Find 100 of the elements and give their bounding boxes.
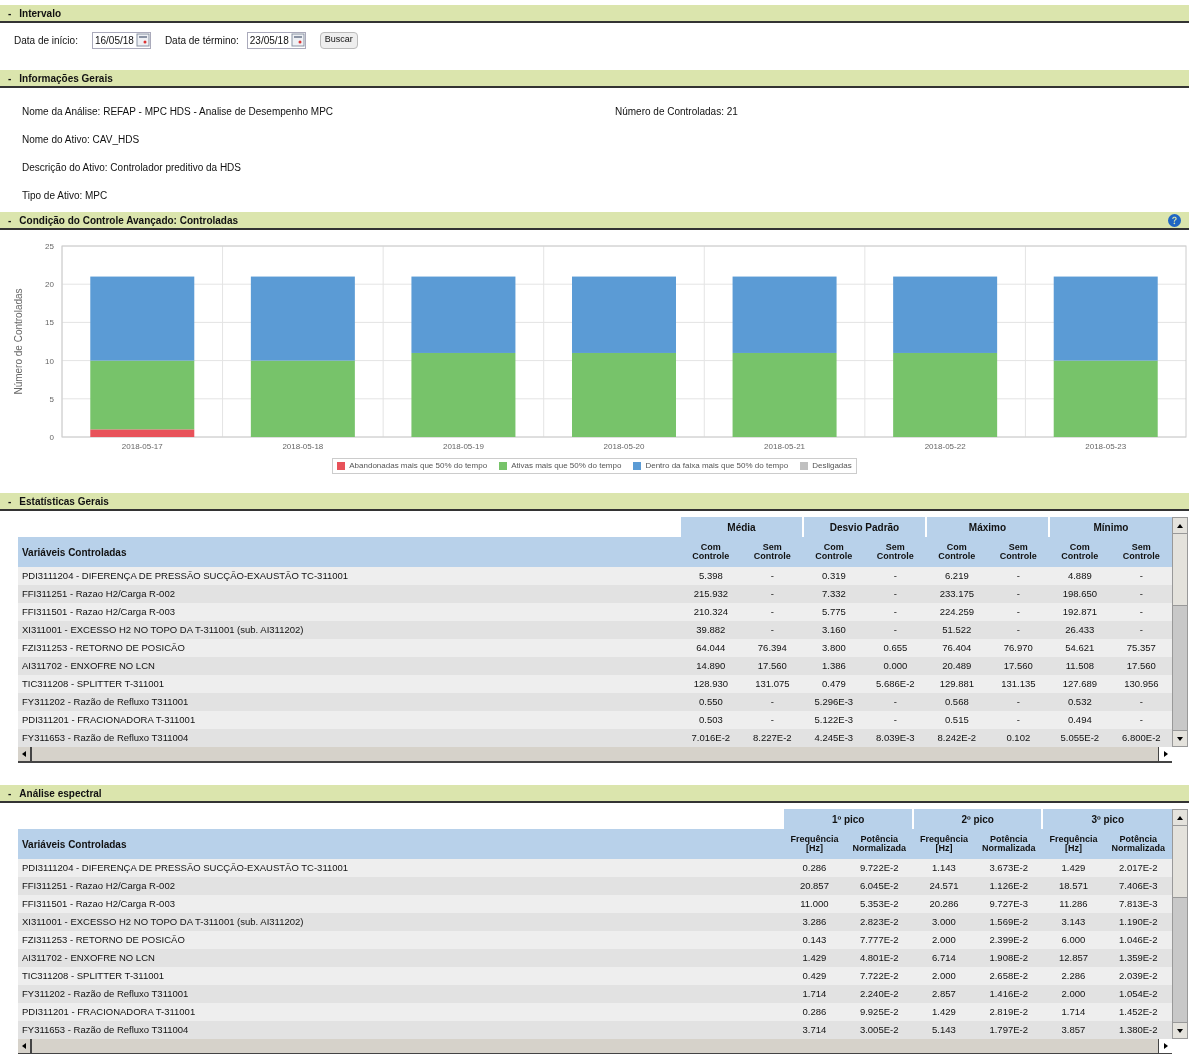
table-cell: 75.357 [1110, 639, 1172, 657]
bar[interactable] [90, 276, 195, 361]
column-header[interactable]: Sem Controle [987, 537, 1049, 567]
section-header[interactable]: - Informações Gerais [0, 70, 1189, 88]
table-cell: 2.286 [1042, 967, 1105, 985]
column-header[interactable]: Frequência [Hz] [912, 829, 975, 859]
column-header[interactable]: Potência Normalizada [1104, 829, 1172, 859]
table-cell: 1.143 [912, 859, 975, 877]
table-cell: 2.000 [1042, 985, 1105, 1003]
scroll-thumb[interactable] [1173, 826, 1187, 898]
bar[interactable] [411, 276, 516, 353]
table-cell: 0.319 [803, 567, 865, 585]
table-cell: 1.046E-2 [1104, 931, 1172, 949]
table-cell: - [864, 603, 926, 621]
table-cell: 76.404 [925, 639, 988, 657]
table-cell: 5.686E-2 [864, 675, 926, 693]
legend-swatch[interactable] [337, 462, 346, 470]
calendar-icon[interactable] [135, 33, 150, 47]
table-cell: - [987, 711, 1049, 729]
vertical-scrollbar[interactable] [1172, 517, 1188, 747]
section-header[interactable]: - Estatísticas Gerais [0, 493, 1189, 511]
legend-label[interactable]: Ativas mais que 50% do tempo [511, 460, 622, 472]
calendar-icon[interactable] [290, 33, 305, 47]
axis-tick-label: 2018-05-22 [924, 442, 966, 451]
table-cell: FZI311253 - RETORNO DE POSICÃO [18, 639, 680, 657]
legend-swatch[interactable] [633, 462, 642, 470]
table-cell: 5.143 [912, 1021, 975, 1039]
collapse-toggle[interactable]: - [8, 785, 12, 801]
table-cell: 131.075 [741, 675, 803, 693]
table-cell: 0.102 [987, 729, 1049, 747]
legend-swatch[interactable] [499, 462, 508, 470]
table-cell: 7.332 [803, 585, 865, 603]
table-cell: PDI3111204 - DIFERENÇA DE PRESSÃO SUCÇÃO-EXAUSTÃO TC-311001 [18, 567, 680, 585]
collapse-toggle[interactable]: - [8, 493, 12, 509]
table-cell: 0.550 [680, 693, 742, 711]
column-header[interactable]: Frequência [Hz] [783, 829, 846, 859]
column-group-header: Mínimo [1048, 517, 1172, 537]
legend-label[interactable]: Abandonadas mais que 50% do tempo [349, 460, 488, 472]
legend-label[interactable]: Dentro da faixa mais que 50% do tempo [645, 460, 789, 472]
table-cell: - [864, 711, 926, 729]
section-title: Informações Gerais [19, 71, 114, 86]
axis-tick-label: 2018-05-17 [121, 442, 163, 451]
table-cell: 20.286 [912, 895, 975, 913]
info-text: Nome do Ativo: CAV_HDS [22, 133, 141, 147]
column-header[interactable]: Variáveis Controladas [18, 537, 680, 567]
column-group-header: Desvio Padrão [803, 517, 926, 537]
table-cell: 11.000 [783, 895, 846, 913]
date-field[interactable]: 16/05/18 [91, 31, 151, 49]
info-text: Nome da Análise: REFAP - MPC HDS - Analise de Desempenho MPC [22, 105, 335, 119]
table-cell: 1.386 [803, 657, 865, 675]
section-title: Estatísticas Gerais [19, 494, 110, 509]
collapse-toggle[interactable]: - [8, 5, 12, 21]
table-cell: 7.777E-2 [845, 931, 913, 949]
table-cell: - [741, 603, 803, 621]
vertical-scrollbar[interactable] [1172, 809, 1188, 1039]
bar[interactable] [90, 360, 195, 430]
table-cell: 0.479 [803, 675, 865, 693]
table-cell: - [741, 711, 803, 729]
scroll-thumb[interactable] [1173, 534, 1187, 606]
bar[interactable] [90, 429, 195, 437]
column-header[interactable]: Com Controle [925, 537, 988, 567]
date-field[interactable]: 23/05/18 [246, 31, 306, 49]
bar[interactable] [1053, 276, 1158, 361]
legend-label[interactable]: Desligadas [812, 460, 852, 472]
section-header[interactable]: - Intervalo [0, 5, 1189, 23]
table-cell: 210.324 [680, 603, 742, 621]
table-cell: 11.286 [1042, 895, 1105, 913]
column-header[interactable]: Variáveis Controladas [18, 829, 784, 859]
bar[interactable] [732, 276, 837, 353]
collapse-toggle[interactable]: - [8, 70, 12, 86]
table-cell: 1.429 [912, 1003, 975, 1021]
table-cell: 3.286 [783, 913, 846, 931]
column-header[interactable]: Potência Normalizada [845, 829, 913, 859]
column-header[interactable]: Com Controle [680, 537, 742, 567]
table-cell: 3.673E-2 [974, 859, 1043, 877]
horizontal-scrollbar[interactable] [18, 747, 1172, 763]
section-title: Condição do Controle Avançado: Controladas [19, 213, 240, 228]
axis-tick-label: 0 [49, 433, 54, 442]
column-header[interactable]: Sem Controle [864, 537, 926, 567]
table-cell: 1.126E-2 [974, 877, 1043, 895]
axis-tick-label: 2018-05-21 [764, 442, 806, 451]
table-cell: 1.797E-2 [974, 1021, 1043, 1039]
column-header[interactable]: Sem Controle [1110, 537, 1172, 567]
table-cell: 26.433 [1048, 621, 1111, 639]
column-header[interactable]: Com Controle [803, 537, 865, 567]
column-header[interactable]: Com Controle [1048, 537, 1111, 567]
bar[interactable] [250, 276, 355, 361]
section-header[interactable]: - Condição do Controle Avançado: Controladas [0, 212, 1189, 230]
collapse-toggle[interactable]: - [8, 212, 12, 228]
column-header[interactable]: Potência Normalizada [974, 829, 1043, 859]
help-icon[interactable] [1168, 213, 1181, 227]
legend-swatch[interactable] [800, 462, 809, 470]
bar[interactable] [893, 276, 998, 353]
table-cell: - [741, 693, 803, 711]
horizontal-scrollbar[interactable] [18, 1039, 1172, 1054]
column-header[interactable]: Frequência [Hz] [1042, 829, 1105, 859]
search-button[interactable]: Buscar [319, 31, 358, 49]
table-cell: 8.242E-2 [925, 729, 988, 747]
column-header[interactable]: Sem Controle [741, 537, 803, 567]
section-header[interactable]: - Análise espectral [0, 785, 1189, 803]
